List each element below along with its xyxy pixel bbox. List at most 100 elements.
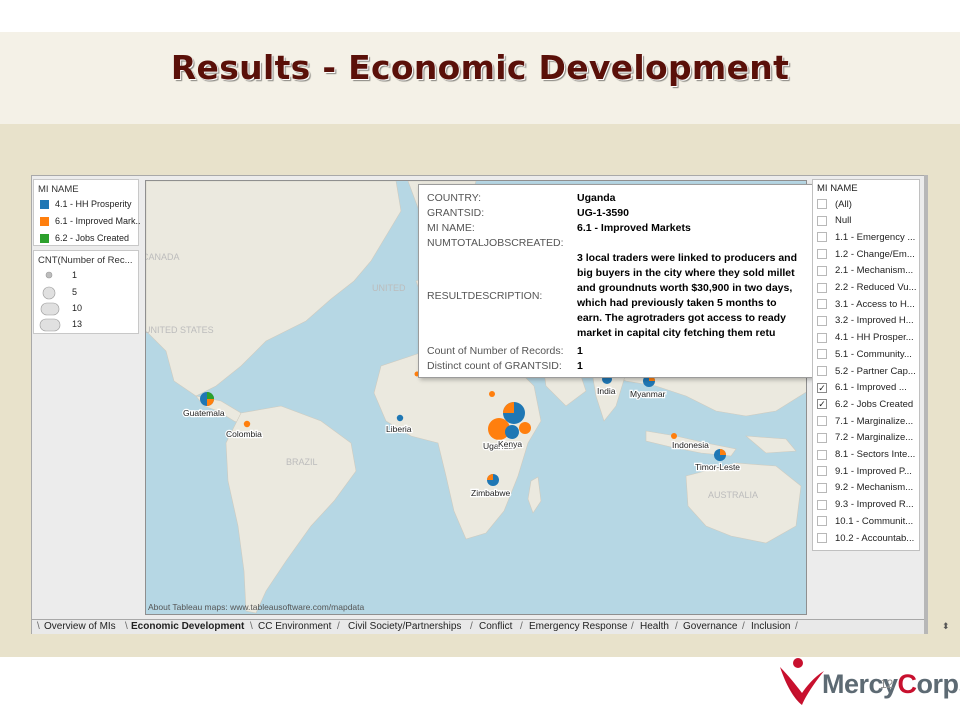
legend-item-jobs-created[interactable]: 6.2 - Jobs Created: [40, 233, 129, 243]
label-india: India: [597, 386, 616, 396]
filter-item[interactable]: 2.2 - Reduced Vu...: [817, 281, 917, 295]
filter-item-label: 8.1 - Sectors Inte...: [835, 449, 916, 460]
checkbox-icon[interactable]: [817, 299, 827, 310]
tab-cc-environment[interactable]: CC Environment: [258, 621, 331, 632]
size-item-13: 13: [39, 318, 82, 332]
mi-legend-title: MI NAME: [38, 184, 79, 195]
size-marker: [40, 302, 60, 316]
filter-item[interactable]: 3.1 - Access to H...: [817, 297, 915, 311]
label-colombia: Colombia: [226, 429, 262, 439]
filter-item[interactable]: 10.1 - Communit...: [817, 514, 913, 528]
tab-inclusion[interactable]: Inclusion: [751, 621, 790, 632]
tab-overview-of-mis[interactable]: Overview of MIs: [44, 621, 116, 632]
legend-item-label: 4.1 - HH Prosperity: [55, 199, 132, 209]
checkbox-icon[interactable]: [817, 432, 827, 443]
description-line: and groundnuts worth $30,900 in two days…: [577, 282, 793, 294]
checkbox-icon[interactable]: [817, 516, 827, 527]
checkbox-icon[interactable]: [817, 215, 827, 226]
checkbox-checked-icon[interactable]: ✓: [817, 382, 827, 393]
checkbox-icon[interactable]: [817, 349, 827, 360]
tooltip-key-distinct-grants: Distinct count of GRANTSID:: [427, 360, 562, 372]
checkbox-icon[interactable]: [817, 366, 827, 376]
filter-item[interactable]: Null: [817, 214, 851, 228]
checkbox-icon[interactable]: [817, 449, 827, 460]
filter-item[interactable]: 9.1 - Improved P...: [817, 464, 912, 478]
filter-item[interactable]: 5.2 - Partner Cap...: [817, 364, 916, 378]
tab-economic-development[interactable]: Economic Development: [131, 621, 244, 632]
tab-conflict[interactable]: Conflict: [479, 621, 512, 632]
filter-item-label: Null: [835, 215, 852, 227]
label-kenya: Kenya: [498, 439, 522, 449]
description-line: market in capital city fetching them ret…: [577, 327, 776, 339]
filter-item[interactable]: ✓ 6.2 - Jobs Created: [817, 397, 913, 411]
checkbox-icon[interactable]: [817, 199, 827, 209]
filter-item[interactable]: 7.1 - Marginalize...: [817, 414, 913, 428]
map-label-australia: AUSTRALIA: [708, 490, 758, 500]
checkbox-icon[interactable]: [817, 466, 827, 477]
mark-indonesia: [671, 433, 677, 439]
filter-item[interactable]: 3.2 - Improved H...: [817, 314, 914, 328]
checkbox-checked-icon[interactable]: ✓: [817, 399, 827, 410]
map-label-brazil: BRAZIL: [286, 457, 318, 467]
filter-item-label: 9.2 - Mechanism...: [835, 482, 914, 494]
checkbox-icon[interactable]: [817, 232, 827, 243]
swatch-blue: [40, 199, 49, 209]
filter-item-label: 2.1 - Mechanism...: [835, 265, 914, 277]
size-marker: [39, 318, 61, 332]
tab-civil-society[interactable]: Civil Society/Partnerships: [348, 621, 461, 632]
filter-item[interactable]: 9.2 - Mechanism...: [817, 481, 913, 495]
sheet-tab-bar: \ Overview of MIs \ Economic Development…: [32, 619, 950, 634]
tab-emergency-response[interactable]: Emergency Response: [529, 621, 627, 632]
mi-name-filter: MI NAME (All) Null 1.1 - Emergency ... 1.2 …: [812, 179, 920, 551]
filter-item[interactable]: 5.1 - Community...: [817, 347, 912, 361]
checkbox-icon[interactable]: [817, 533, 827, 543]
tooltip-key-grantsid: GRANTSID:: [427, 207, 485, 219]
filter-item-label: 7.1 - Marginalize...: [835, 415, 914, 427]
dashboard-scroll-edge[interactable]: [924, 175, 928, 634]
checkbox-icon[interactable]: [817, 332, 827, 343]
filter-item[interactable]: ✓ 6.1 - Improved ...: [817, 381, 907, 395]
tooltip-value-record-count: 1: [577, 345, 583, 357]
tooltip-value-distinct-grants: 1: [577, 360, 583, 372]
checkbox-icon[interactable]: [817, 315, 827, 326]
filter-item-label: 1.1 - Emergency ...: [835, 231, 916, 243]
filter-item[interactable]: 1.2 - Change/Em...: [817, 247, 915, 261]
swatch-orange: [40, 216, 49, 226]
filter-item[interactable]: 4.1 - HH Prosper...: [817, 331, 914, 345]
checkbox-icon[interactable]: [817, 482, 827, 493]
legend-item-improved-markets[interactable]: 6.1 - Improved Mark..: [40, 216, 141, 226]
tab-separator: /: [337, 621, 340, 632]
land-papua: [745, 435, 797, 454]
map-label-canada: CANADA: [146, 252, 180, 262]
tab-separator: \: [37, 621, 40, 632]
tab-scroll-icon[interactable]: ⬍: [942, 621, 950, 632]
tab-health[interactable]: Health: [640, 621, 669, 632]
checkbox-icon[interactable]: [817, 499, 827, 510]
mark-east-africa-small: [489, 391, 495, 397]
filter-item[interactable]: 1.1 - Emergency ...: [817, 230, 915, 244]
filter-item[interactable]: 10.2 - Accountab...: [817, 531, 914, 545]
tab-governance[interactable]: Governance: [683, 621, 737, 632]
map-tooltip: COUNTRY: Uganda GRANTSID: UG-1-3590 MI N…: [418, 184, 820, 378]
legend-item-hh-prosperity[interactable]: 4.1 - HH Prosperity: [40, 199, 132, 209]
size-label: 13: [72, 319, 83, 329]
filter-item[interactable]: 8.1 - Sectors Inte...: [817, 448, 915, 462]
legend-item-label: 6.1 - Improved Mark..: [55, 216, 141, 226]
filter-item[interactable]: 7.2 - Marginalize...: [817, 431, 913, 445]
tab-separator: /: [470, 621, 473, 632]
mark-guatemala: [200, 392, 214, 406]
checkbox-icon[interactable]: [817, 416, 827, 427]
checkbox-icon[interactable]: [817, 249, 827, 260]
map-credit-link[interactable]: About Tableau maps: www.tableausoftware.…: [148, 602, 364, 612]
filter-item-label: 6.2 - Jobs Created: [835, 398, 914, 410]
label-timor-leste: Timor-Leste: [695, 462, 740, 472]
filter-item[interactable]: 2.1 - Mechanism...: [817, 264, 913, 278]
tooltip-key-mi-name: MI NAME:: [427, 222, 475, 234]
filter-item[interactable]: 9.3 - Improved R...: [817, 498, 914, 512]
label-indonesia: Indonesia: [672, 440, 709, 450]
checkbox-icon[interactable]: [817, 265, 827, 276]
size-legend: CNT(Number of Rec... 1 5 10 13: [33, 250, 139, 334]
filter-item-label: 7.2 - Marginalize...: [835, 432, 914, 444]
checkbox-icon[interactable]: [817, 282, 827, 293]
filter-item[interactable]: (All): [817, 197, 852, 211]
